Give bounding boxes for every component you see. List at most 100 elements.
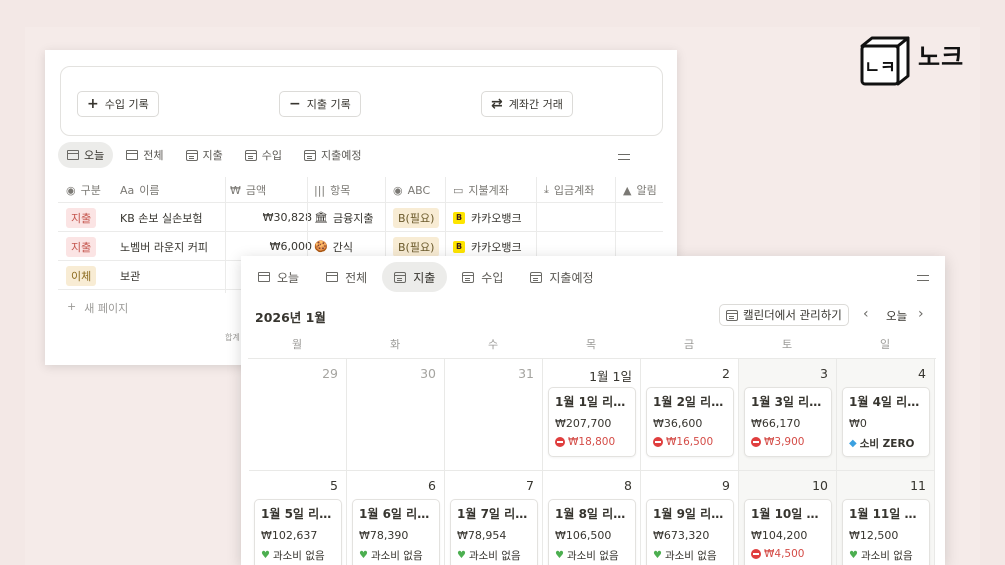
manage-in-calendar-button[interactable]: 캘린더에서 관리하기 <box>719 304 849 326</box>
report-card[interactable]: 1월 6일 리포트 ₩78,390 ♥ 과소비 없음 <box>352 499 440 565</box>
calendar-day[interactable]: 29 <box>249 359 347 471</box>
column-header[interactable]: ▭ 지불계좌 <box>453 177 509 203</box>
report-card[interactable]: 1월 1일 리포트 ₩207,700 ₩18,800 <box>548 387 636 457</box>
report-card[interactable]: 1월 5일 리포트 ₩102,637 ♥ 과소비 없음 <box>254 499 342 565</box>
day-number: 29 <box>322 366 338 381</box>
sum-label: 합계 <box>225 333 240 342</box>
tab-expense[interactable]: 지출 <box>382 262 448 292</box>
column-label: 지불계좌 <box>468 184 509 197</box>
kakaobank-icon: B <box>453 211 465 224</box>
table-row[interactable]: 지출 KB 손보 실손보험 ₩30,828 🏛 금융지출 B(필요) B 카카오뱅크 <box>58 203 663 232</box>
category-icon: 🍪 <box>314 240 328 253</box>
note-text: ₩3,900 <box>764 436 805 448</box>
day-number: 7 <box>526 478 534 493</box>
day-number: 31 <box>518 366 534 381</box>
report-title: 1월 3일 리포트 <box>751 395 825 409</box>
tab-label: 수입 <box>261 149 282 162</box>
column-header[interactable]: ◉ 구분 <box>66 177 101 203</box>
column-header[interactable]: Aa 이름 <box>120 177 160 203</box>
day-number: 4 <box>918 366 926 381</box>
tab-income[interactable]: 수입 <box>236 142 291 168</box>
tab-label: 지출예정 <box>321 149 362 162</box>
tab-today[interactable]: 오늘 <box>246 262 311 292</box>
tab-all[interactable]: 전체 <box>117 142 172 168</box>
calendar-day[interactable]: 4 1월 4일 리포트 ₩0 ◆ 소비 ZERO <box>837 359 935 471</box>
cube-logo-icon: ㄴㅋ <box>860 36 910 86</box>
report-card[interactable]: 1월 10일 리... ₩104,200 ₩4,500 <box>744 499 832 565</box>
calendar-day[interactable]: 8 1월 8일 리포트 ₩106,500 ♥ 과소비 없음 <box>543 471 641 565</box>
day-number: 6 <box>428 478 436 493</box>
report-card[interactable]: 1월 11일 리... ₩12,500 ♥ 과소비 없음 <box>842 499 930 565</box>
report-card[interactable]: 1월 3일 리포트 ₩66,170 ₩3,900 <box>744 387 832 457</box>
calendar-day[interactable]: 30 <box>347 359 445 471</box>
button-label: 계좌간 거래 <box>508 98 563 111</box>
calendar-day[interactable]: 5 1월 5일 리포트 ₩102,637 ♥ 과소비 없음 <box>249 471 347 565</box>
category-cell: 금융지출 <box>332 211 374 225</box>
report-title: 1월 7일 리포트 <box>457 507 531 521</box>
tab-scheduled[interactable]: 지출예정 <box>518 262 605 292</box>
text-icon: Aa <box>120 183 135 197</box>
report-title: 1월 4일 리포트 <box>849 395 923 409</box>
report-card[interactable]: 1월 8일 리포트 ₩106,500 ♥ 과소비 없음 <box>548 499 636 565</box>
column-header[interactable]: ▲ 알림 <box>623 177 657 203</box>
green-heart-icon: ♥ <box>555 550 564 561</box>
day-number: 2 <box>722 366 730 381</box>
day-number: 11 <box>910 478 926 493</box>
calendar-day[interactable]: 2 1월 2일 리포트 ₩36,600 ₩16,500 <box>641 359 739 471</box>
tab-scheduled[interactable]: 지출예정 <box>295 142 370 168</box>
record-expense-button[interactable]: − 지출 기록 <box>279 91 361 117</box>
tab-income[interactable]: 수입 <box>450 262 515 292</box>
calendar-day[interactable]: 6 1월 6일 리포트 ₩78,390 ♥ 과소비 없음 <box>347 471 445 565</box>
column-header[interactable]: ◉ ABC <box>393 177 430 203</box>
report-card[interactable]: 1월 7일 리포트 ₩78,954 ♥ 과소비 없음 <box>450 499 538 565</box>
note-text: 과소비 없음 <box>860 550 913 562</box>
chevron-right-icon[interactable]: › <box>918 306 924 322</box>
today-button[interactable]: 오늘 <box>886 308 907 324</box>
report-card[interactable]: 1월 2일 리포트 ₩36,600 ₩16,500 <box>646 387 734 457</box>
button-label: 수입 기록 <box>104 98 149 111</box>
report-card[interactable]: 1월 9일 리포트 ₩673,320 ♥ 과소비 없음 <box>646 499 734 565</box>
report-card[interactable]: 1월 4일 리포트 ₩0 ◆ 소비 ZERO <box>842 387 930 457</box>
weekday-label: 목 <box>585 338 597 351</box>
tab-all[interactable]: 전체 <box>314 262 379 292</box>
type-badge: 지출 <box>66 207 97 228</box>
day-number: 9 <box>722 478 730 493</box>
new-page-button[interactable]: + 새 페이지 <box>67 300 128 316</box>
calendar-day[interactable]: 11 1월 11일 리... ₩12,500 ♥ 과소비 없음 <box>837 471 935 565</box>
calendar-day[interactable]: 3 1월 3일 리포트 ₩66,170 ₩3,900 <box>739 359 837 471</box>
tab-expense[interactable]: 지출 <box>177 142 232 168</box>
brand-logo: ㄴㅋ 노크 <box>858 34 964 88</box>
button-label: 캘린더에서 관리하기 <box>743 308 842 322</box>
report-amount: ₩106,500 <box>555 529 612 542</box>
settings-sliders-icon[interactable] <box>618 152 630 162</box>
column-label: 입금계좌 <box>553 184 595 197</box>
name-cell: 보관 <box>120 269 141 283</box>
calendar-day[interactable]: 31 <box>445 359 543 471</box>
report-amount: ₩36,600 <box>653 417 703 430</box>
calendar-day[interactable]: 7 1월 7일 리포트 ₩78,954 ♥ 과소비 없음 <box>445 471 543 565</box>
column-label: 금액 <box>245 184 267 197</box>
report-title: 1월 11일 리... <box>849 507 923 521</box>
brand-name: 노크 <box>918 42 965 71</box>
diamond-icon: ◆ <box>849 438 857 449</box>
calendar-window: 오늘 전체 지출 수입 지출예정 2026년 1월 캘린더에서 관리하기 ‹ 오… <box>241 256 945 565</box>
account-transfer-button[interactable]: ⇄ 계좌간 거래 <box>481 91 573 117</box>
settings-sliders-icon[interactable] <box>917 273 929 283</box>
report-amount: ₩78,390 <box>359 529 409 542</box>
no-entry-icon <box>555 437 565 447</box>
calendar-day[interactable]: 10 1월 10일 리... ₩104,200 ₩4,500 <box>739 471 837 565</box>
day-number: 30 <box>420 366 436 381</box>
day-number: 3 <box>820 366 828 381</box>
calendar-day[interactable]: 9 1월 9일 리포트 ₩673,320 ♥ 과소비 없음 <box>641 471 739 565</box>
overspend-note: ₩16,500 <box>653 436 727 448</box>
pay-account-cell: 카카오뱅크 <box>471 211 522 225</box>
calendar-day[interactable]: 1월 1일 1월 1일 리포트 ₩207,700 ₩18,800 <box>543 359 641 471</box>
chevron-left-icon[interactable]: ‹ <box>863 306 869 322</box>
column-header[interactable]: ⤓ 입금계좌 <box>544 177 594 203</box>
column-label: 알림 <box>636 184 657 197</box>
column-header[interactable]: ₩ 금액 <box>230 177 266 203</box>
calendar-icon <box>304 149 316 161</box>
record-income-button[interactable]: + 수입 기록 <box>77 91 159 117</box>
column-header[interactable]: ||| 항목 <box>314 177 350 203</box>
tab-today[interactable]: 오늘 <box>58 142 114 168</box>
